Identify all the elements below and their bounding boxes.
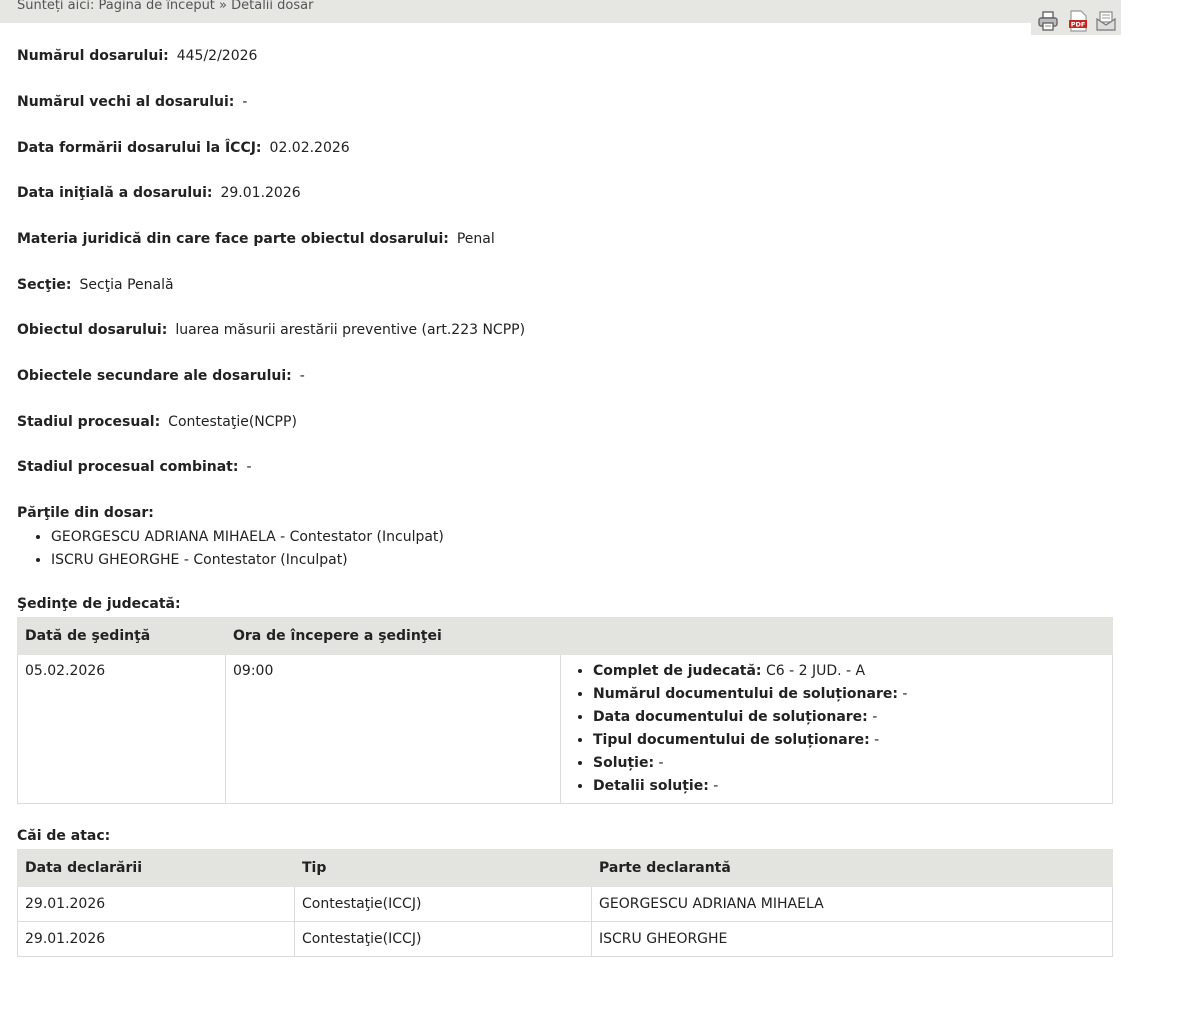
list-item: Soluție: - <box>593 755 1105 778</box>
appeal-date-cell: 29.01.2026 <box>17 921 295 957</box>
session-time-cell: 09:00 <box>225 654 561 804</box>
procedural-stage-value: Contestaţie(NCPP) <box>168 414 297 430</box>
appeals-title: Căi de atac: <box>17 828 111 844</box>
field-procedural-stage: Stadiul procesual: Contestaţie(NCPP) <box>17 414 297 430</box>
printer-icon[interactable] <box>1037 10 1059 32</box>
combined-stage-value: - <box>246 459 252 475</box>
field-formation-date: Data formării dosarului la ÎCCJ: 02.02.20… <box>17 140 350 156</box>
detail-value: - <box>902 686 908 702</box>
detail-label: Detalii soluție: <box>593 778 709 794</box>
legal-matter-value: Penal <box>456 231 495 247</box>
appeals-table: Data declarării Tip Parte declarantă 29.… <box>17 849 1113 957</box>
procedural-stage-label: Stadiul procesual: <box>17 414 161 430</box>
table-header-row: Data declarării Tip Parte declarantă <box>17 849 1113 887</box>
pdf-icon[interactable]: PDF <box>1067 10 1089 32</box>
secondary-objects-value: - <box>299 368 305 384</box>
list-item: Data documentului de soluționare: - <box>593 709 1105 732</box>
column-header <box>560 617 1113 655</box>
initial-date-value: 29.01.2026 <box>220 185 301 201</box>
sessions-title: Şedinţe de judecată: <box>17 596 181 612</box>
detail-label: Complet de judecată: <box>593 663 762 679</box>
field-secondary-objects: Obiectele secundare ale dosarului: - <box>17 368 305 384</box>
breadcrumb: Sunteți aici: Pagina de început » Detali… <box>17 0 314 13</box>
table-row: 29.01.2026 Contestaţie(ICCJ) GEORGESCU A… <box>17 886 1113 922</box>
field-section: Secţie: Secţia Penală <box>17 277 174 293</box>
case-object-label: Obiectul dosarului: <box>17 322 168 338</box>
table-row: 05.02.2026 09:00 Complet de judecată: C6… <box>17 654 1113 804</box>
detail-label: Data documentului de soluționare: <box>593 709 868 725</box>
section-value: Secţia Penală <box>79 277 174 293</box>
list-item: Tipul documentului de soluționare: - <box>593 732 1105 755</box>
detail-label: Tipul documentului de soluționare: <box>593 732 870 748</box>
detail-value: - <box>713 778 719 794</box>
field-old-case-number: Numărul vechi al dosarului: - <box>17 94 247 110</box>
appeal-party-cell: GEORGESCU ADRIANA MIHAELA <box>591 886 1113 922</box>
session-date-cell: 05.02.2026 <box>17 654 226 804</box>
secondary-objects-label: Obiectele secundare ale dosarului: <box>17 368 292 384</box>
column-header: Parte declarantă <box>591 849 1113 887</box>
session-details-list: Complet de judecată: C6 - 2 JUD. - A Num… <box>568 663 1105 801</box>
old-case-number-label: Numărul vechi al dosarului: <box>17 94 235 110</box>
case-object-value: luarea măsurii arestării preventive (art… <box>175 322 526 338</box>
detail-label: Soluție: <box>593 755 655 771</box>
initial-date-label: Data iniţială a dosarului: <box>17 185 213 201</box>
section-label: Secţie: <box>17 277 72 293</box>
column-header: Ora de începere a şedinţei <box>225 617 561 655</box>
case-number-value: 445/2/2026 <box>176 48 258 64</box>
legal-matter-label: Materia juridică din care face parte obi… <box>17 231 449 247</box>
parties-title: Părţile din dosar: <box>17 505 154 521</box>
email-icon[interactable] <box>1095 10 1117 32</box>
export-toolbar: PDF <box>1031 4 1121 35</box>
field-legal-matter: Materia juridică din care face parte obi… <box>17 231 495 247</box>
detail-value: C6 - 2 JUD. - A <box>765 663 866 679</box>
appeal-type-cell: Contestaţie(ICCJ) <box>294 886 592 922</box>
parties-list: GEORGESCU ADRIANA MIHAELA - Contestator … <box>33 526 444 572</box>
table-header-row: Dată de şedinţă Ora de începere a şedinţ… <box>17 617 1113 655</box>
case-number-label: Numărul dosarului: <box>17 48 169 64</box>
sessions-table: Dată de şedinţă Ora de începere a şedinţ… <box>17 617 1113 804</box>
combined-stage-label: Stadiul procesual combinat: <box>17 459 239 475</box>
formation-date-value: 02.02.2026 <box>269 140 350 156</box>
detail-value: - <box>658 755 664 771</box>
column-header: Data declarării <box>17 849 295 887</box>
field-case-object: Obiectul dosarului: luarea măsurii arestă… <box>17 322 525 338</box>
appeal-party-cell: ISCRU GHEORGHE <box>591 921 1113 957</box>
field-combined-stage: Stadiul procesual combinat: - <box>17 459 252 475</box>
column-header: Dată de şedinţă <box>17 617 226 655</box>
detail-value: - <box>874 732 880 748</box>
list-item: Numărul documentului de soluționare: - <box>593 686 1105 709</box>
field-case-number: Numărul dosarului: 445/2/2026 <box>17 48 257 64</box>
old-case-number-value: - <box>242 94 248 110</box>
breadcrumb-bar: Sunteți aici: Pagina de început » Detali… <box>0 0 1121 23</box>
field-initial-date: Data iniţială a dosarului: 29.01.2026 <box>17 185 301 201</box>
list-item: GEORGESCU ADRIANA MIHAELA - Contestator … <box>51 526 444 549</box>
session-details-cell: Complet de judecată: C6 - 2 JUD. - A Num… <box>560 654 1113 804</box>
appeal-date-cell: 29.01.2026 <box>17 886 295 922</box>
list-item: Detalii soluție: - <box>593 778 1105 801</box>
detail-value: - <box>872 709 878 725</box>
appeal-type-cell: Contestaţie(ICCJ) <box>294 921 592 957</box>
list-item: Complet de judecată: C6 - 2 JUD. - A <box>593 663 1105 686</box>
detail-label: Numărul documentului de soluționare: <box>593 686 898 702</box>
column-header: Tip <box>294 849 592 887</box>
table-row: 29.01.2026 Contestaţie(ICCJ) ISCRU GHEOR… <box>17 921 1113 957</box>
pdf-icon-label: PDF <box>1071 21 1086 29</box>
list-item: ISCRU GHEORGHE - Contestator (Inculpat) <box>51 549 444 572</box>
formation-date-label: Data formării dosarului la ÎCCJ: <box>17 140 262 156</box>
